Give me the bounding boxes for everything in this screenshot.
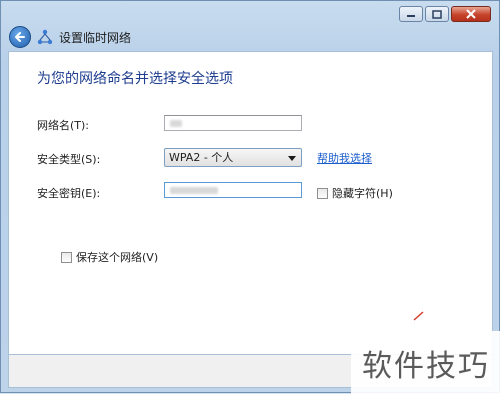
save-network-option[interactable]: 保存这个网络(V) bbox=[61, 249, 158, 265]
close-icon bbox=[466, 9, 476, 19]
hide-characters-label: 隐藏字符(H) bbox=[332, 187, 393, 200]
network-name-input[interactable] bbox=[164, 115, 302, 131]
back-button[interactable] bbox=[9, 26, 31, 48]
hide-characters-option[interactable]: 隐藏字符(H) bbox=[317, 185, 393, 201]
maximize-icon bbox=[432, 9, 442, 19]
network-name-label: 网络名(T): bbox=[37, 119, 90, 132]
network-icon bbox=[37, 29, 53, 45]
help-me-choose-link[interactable]: 帮助我选择 bbox=[317, 150, 372, 166]
security-key-input[interactable] bbox=[164, 182, 302, 198]
annotation-mark bbox=[413, 311, 424, 321]
minimize-icon bbox=[407, 15, 415, 17]
page-title: 为您的网络命名并选择安全选项 bbox=[37, 71, 233, 87]
dialog-window: 设置临时网络 为您的网络命名并选择安全选项 网络名(T): 安全类型(S): W… bbox=[0, 0, 500, 394]
window-title: 设置临时网络 bbox=[59, 30, 132, 45]
maximize-button[interactable] bbox=[425, 6, 449, 22]
minimize-button[interactable] bbox=[399, 6, 423, 22]
network-name-redacted bbox=[170, 120, 182, 127]
save-network-checkbox[interactable] bbox=[61, 251, 72, 263]
back-arrow-icon bbox=[15, 32, 25, 42]
security-key-label: 安全密钥(E): bbox=[37, 187, 101, 200]
chevron-down-icon bbox=[288, 156, 296, 161]
security-type-label: 安全类型(S): bbox=[37, 153, 101, 166]
save-network-label: 保存这个网络(V) bbox=[76, 251, 159, 264]
hide-characters-checkbox[interactable] bbox=[317, 187, 328, 199]
security-type-select[interactable]: WPA2 - 个人 bbox=[164, 148, 302, 167]
security-type-value: WPA2 - 个人 bbox=[169, 151, 234, 164]
content-panel: 为您的网络命名并选择安全选项 网络名(T): 安全类型(S): WPA2 - 个… bbox=[8, 51, 493, 355]
navigation-bar: 设置临时网络 bbox=[9, 23, 131, 51]
close-button[interactable] bbox=[451, 6, 491, 22]
caption-buttons bbox=[399, 6, 491, 22]
watermark: 软件技巧 bbox=[351, 331, 500, 394]
security-key-redacted bbox=[170, 187, 218, 194]
